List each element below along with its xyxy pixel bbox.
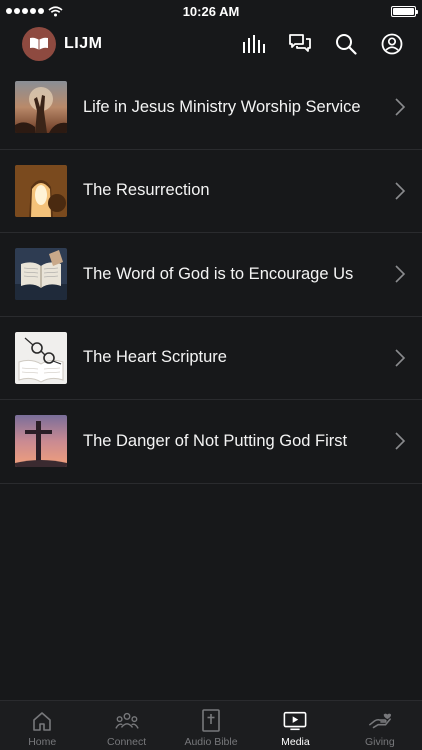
tab-label: Audio Bible bbox=[184, 736, 238, 748]
status-time: 10:26 AM bbox=[182, 3, 240, 19]
tab-bar: Home Connect Audio Bible Media Giving bbox=[0, 700, 422, 750]
tab-audio-bible[interactable]: Audio Bible bbox=[169, 701, 253, 750]
battery-fill bbox=[393, 7, 414, 15]
list-item[interactable]: The Word of God is to Encourage Us bbox=[0, 233, 422, 317]
app-header: LIJM bbox=[0, 22, 422, 66]
media-list: Life in Jesus Ministry Worship Service T… bbox=[0, 66, 422, 484]
list-item[interactable]: The Danger of Not Putting God First bbox=[0, 400, 422, 484]
empty-tomb-thumbnail bbox=[15, 164, 67, 217]
item-title: The Resurrection bbox=[83, 181, 210, 200]
battery-icon bbox=[391, 5, 418, 17]
chevron-right-icon bbox=[395, 98, 406, 116]
tab-label: Home bbox=[28, 736, 57, 748]
open-bible-thumbnail bbox=[15, 248, 67, 301]
bible-icon bbox=[199, 709, 223, 733]
chevron-right-icon bbox=[395, 265, 406, 283]
item-title: Life in Jesus Ministry Worship Service bbox=[83, 97, 361, 116]
tab-connect[interactable]: Connect bbox=[84, 701, 168, 750]
worship-hands-thumbnail bbox=[15, 81, 67, 134]
open-book-logo-icon[interactable] bbox=[22, 27, 56, 61]
giving-hand-icon bbox=[368, 709, 392, 733]
glasses-on-book-thumbnail bbox=[15, 331, 67, 384]
status-bar: 10:26 AM bbox=[0, 0, 422, 22]
tab-giving[interactable]: Giving bbox=[338, 701, 422, 750]
search-icon[interactable] bbox=[334, 32, 358, 56]
tab-label: Media bbox=[281, 736, 310, 748]
chat-bubbles-icon[interactable] bbox=[288, 32, 312, 56]
tab-label: Connect bbox=[107, 736, 147, 748]
item-title: The Word of God is to Encourage Us bbox=[83, 264, 354, 283]
chevron-right-icon bbox=[395, 432, 406, 450]
list-item[interactable]: Life in Jesus Ministry Worship Service bbox=[0, 66, 422, 150]
brand-name: LIJM bbox=[64, 35, 103, 52]
home-icon bbox=[30, 709, 54, 733]
tab-home[interactable]: Home bbox=[0, 701, 84, 750]
item-title: The Heart Scripture bbox=[83, 348, 227, 367]
chevron-right-icon bbox=[395, 349, 406, 367]
cross-sunset-thumbnail bbox=[15, 415, 67, 468]
play-screen-icon bbox=[283, 709, 307, 733]
chevron-right-icon bbox=[395, 182, 406, 200]
list-item[interactable]: The Resurrection bbox=[0, 150, 422, 233]
audio-bars-icon[interactable] bbox=[242, 32, 266, 56]
tab-label: Giving bbox=[364, 736, 395, 748]
people-group-icon bbox=[114, 709, 139, 733]
profile-icon[interactable] bbox=[380, 32, 404, 56]
item-title: The Danger of Not Putting God First bbox=[83, 431, 348, 450]
header-actions bbox=[242, 32, 404, 56]
list-item[interactable]: The Heart Scripture bbox=[0, 317, 422, 400]
tab-media[interactable]: Media bbox=[253, 701, 337, 750]
